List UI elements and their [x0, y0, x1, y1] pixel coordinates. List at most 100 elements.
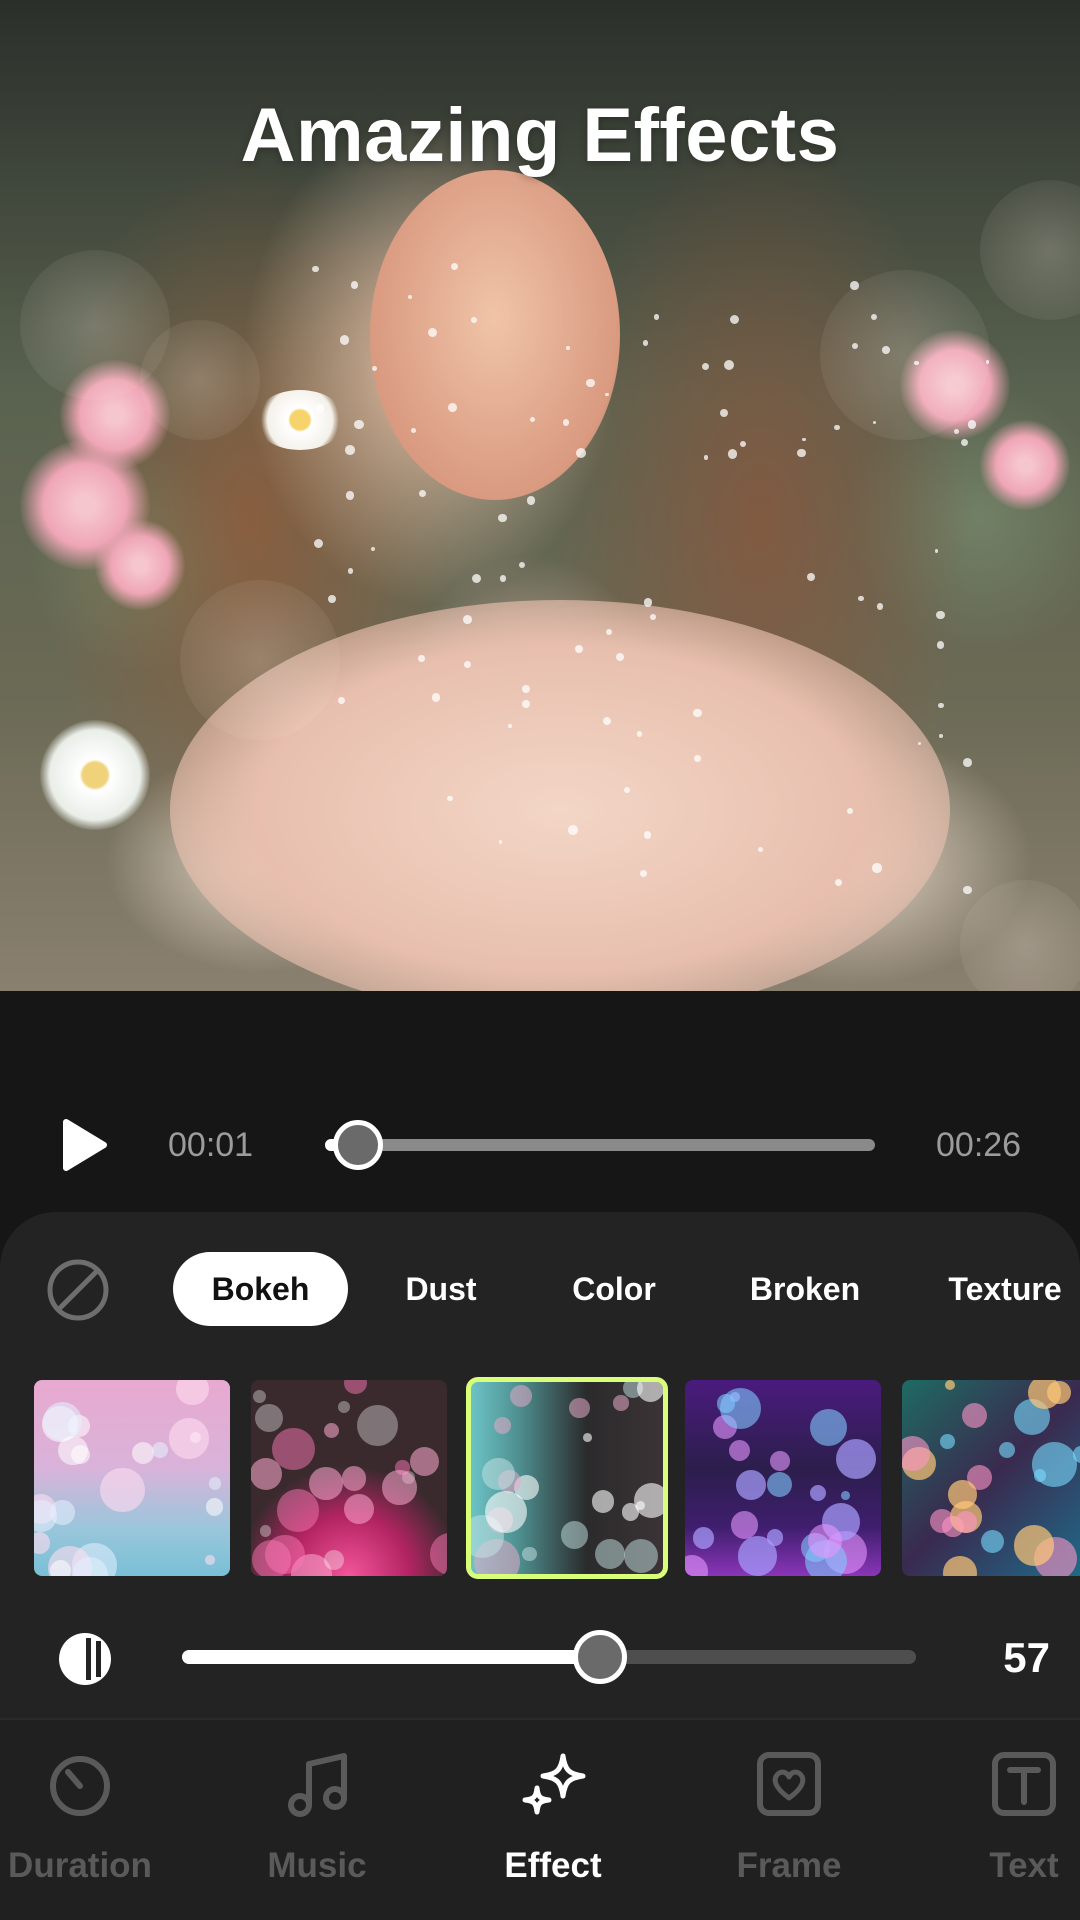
nav-label: Frame — [736, 1846, 842, 1885]
light-orb — [643, 831, 651, 839]
nav-text[interactable]: Text — [916, 1720, 1080, 1920]
light-orb — [739, 441, 747, 448]
light-orb — [470, 316, 477, 323]
intensity-handle[interactable] — [573, 1630, 628, 1684]
bokeh-dot — [356, 1405, 399, 1447]
bokeh-dot — [169, 1418, 210, 1459]
play-icon[interactable] — [58, 1118, 110, 1172]
bokeh-dot — [591, 1490, 615, 1513]
total-time: 00:26 — [936, 1126, 1022, 1164]
preview-title: Amazing Effects — [240, 93, 840, 178]
light-orb — [315, 404, 325, 413]
music-note-icon — [288, 1753, 347, 1817]
light-orb — [350, 281, 359, 289]
nav-label: Duration — [8, 1846, 152, 1885]
bokeh-dot — [693, 1527, 715, 1549]
bokeh-preset-thumb[interactable] — [902, 1380, 1080, 1576]
bokeh-dot — [808, 1523, 843, 1558]
light-orb — [653, 314, 660, 320]
light-orb — [872, 863, 882, 873]
nav-frame[interactable]: Frame — [681, 1720, 897, 1920]
timer-icon — [50, 1756, 110, 1816]
light-orb — [567, 824, 578, 835]
nav-duration[interactable]: Duration — [0, 1720, 188, 1920]
light-orb — [418, 655, 425, 662]
light-orb — [518, 561, 525, 568]
light-orb — [936, 610, 945, 620]
bokeh-preset-thumb[interactable] — [685, 1380, 881, 1576]
bokeh-dot — [943, 1556, 977, 1576]
light-orb — [328, 594, 337, 603]
light-orb — [447, 795, 453, 802]
bokeh-preset-thumb[interactable] — [251, 1380, 447, 1576]
tab-broken[interactable]: Broken — [724, 1252, 886, 1326]
bokeh-dot — [634, 1482, 663, 1518]
bokeh-dot — [42, 1401, 82, 1441]
bokeh-dot — [1013, 1525, 1055, 1566]
light-orb — [562, 419, 569, 426]
bokeh-dot — [944, 1380, 956, 1391]
bokeh-dot — [522, 1546, 538, 1562]
light-orb — [694, 754, 702, 762]
bokeh-dot — [999, 1442, 1016, 1459]
bokeh-dot — [344, 1380, 367, 1394]
playback-bar: 00:01 00:26 — [0, 1100, 1080, 1190]
light-orb — [471, 574, 482, 584]
light-orb — [963, 885, 972, 894]
light-orb — [938, 702, 944, 709]
bokeh-preset-thumb[interactable] — [34, 1380, 230, 1576]
bokeh-dot — [382, 1470, 417, 1505]
intensity-value: 57 — [1003, 1634, 1050, 1681]
bokeh-dot — [337, 1400, 351, 1413]
bokeh-dot — [324, 1423, 340, 1439]
bokeh-dot — [309, 1466, 343, 1501]
bokeh-dot — [276, 1489, 320, 1532]
light-orb — [876, 603, 884, 610]
seek-track[interactable] — [325, 1139, 875, 1151]
light-orb — [339, 335, 349, 345]
video-preview[interactable]: Amazing Effects — [0, 0, 1080, 991]
light-orb — [934, 548, 939, 553]
light-orb — [575, 448, 586, 459]
bokeh-dot — [939, 1433, 955, 1449]
tab-dust[interactable]: Dust — [378, 1252, 504, 1326]
bokeh-dot — [484, 1491, 528, 1534]
bokeh-dot — [560, 1520, 589, 1549]
bokeh-dot — [132, 1441, 155, 1464]
seek-handle[interactable] — [333, 1120, 383, 1170]
bokeh-dot — [728, 1440, 750, 1462]
bokeh-dot — [265, 1535, 305, 1575]
light-orb — [834, 878, 842, 886]
tab-bokeh[interactable]: Bokeh — [173, 1252, 348, 1326]
bokeh-dot — [962, 1403, 988, 1429]
bokeh-preset-thumb-selected[interactable] — [466, 1377, 668, 1579]
light-orb — [724, 360, 735, 371]
bottom-nav: Duration Music Effect Frame Text — [0, 1718, 1080, 1920]
nav-effect[interactable]: Effect — [445, 1720, 661, 1920]
nav-label: Text — [989, 1846, 1059, 1885]
bokeh-dot — [58, 1435, 88, 1466]
bokeh-dot — [410, 1447, 440, 1477]
current-time: 00:01 — [168, 1126, 254, 1164]
light-orb — [526, 496, 536, 505]
tab-color[interactable]: Color — [540, 1252, 688, 1326]
bokeh-dot — [613, 1395, 629, 1411]
flower-shape — [95, 520, 185, 610]
bokeh-dot — [735, 1469, 766, 1500]
light-orb — [419, 489, 427, 497]
tab-texture[interactable]: Texture — [930, 1252, 1080, 1326]
bokeh-dot — [260, 1525, 272, 1537]
light-orb — [960, 880, 1080, 991]
bokeh-dot — [1033, 1469, 1047, 1482]
light-orb — [857, 595, 864, 602]
bokeh-dot — [205, 1498, 224, 1516]
light-orb — [313, 538, 323, 548]
light-orb — [882, 346, 891, 354]
light-orb — [140, 320, 260, 440]
bokeh-dot — [205, 1555, 215, 1565]
editor-screen: Amazing Effects 00:01 00:26 Bokeh Dust C… — [0, 0, 1080, 1920]
bokeh-dot — [34, 1500, 57, 1533]
nav-music[interactable]: Music — [209, 1720, 425, 1920]
no-effect-icon[interactable] — [46, 1258, 110, 1322]
light-orb — [985, 360, 989, 364]
